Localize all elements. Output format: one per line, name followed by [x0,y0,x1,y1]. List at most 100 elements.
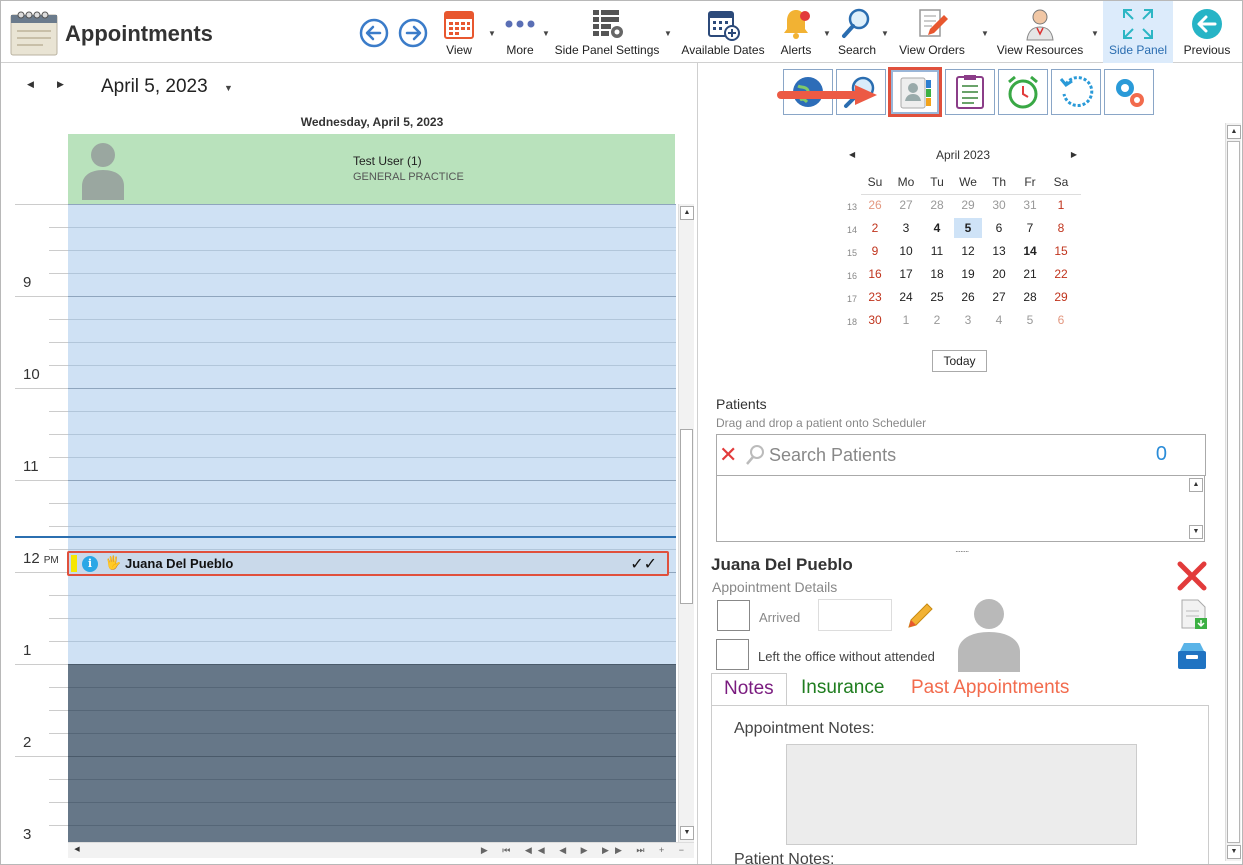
calendar-day[interactable]: 23 [861,287,889,307]
scheduler-grid[interactable] [68,204,676,842]
calendar-day[interactable]: 4 [985,310,1013,330]
hour-block[interactable] [68,572,676,664]
alarm-button[interactable] [998,69,1048,115]
calendar-day[interactable]: 30 [861,310,889,330]
calendar-day[interactable]: 26 [861,195,889,215]
patient-contacts-button[interactable] [888,67,942,117]
pager-controls[interactable]: ▶ ⏮ ◀◀ ◀ ▶ ▶▶ ⏭ + − [481,845,690,856]
next-month-icon[interactable]: ▶ [1071,150,1077,159]
calendar-day[interactable]: 5 [954,218,982,238]
calendar-day[interactable]: 31 [1016,195,1044,215]
calendar-day[interactable]: 6 [985,218,1013,238]
splitter-handle[interactable]: ········ [955,547,969,556]
hour-block[interactable] [68,388,676,480]
next-day-icon[interactable]: ▶ [57,79,64,90]
appointment-juana-del-pueblo[interactable]: i 🖐 Juana Del Pueblo ✓✓ [67,551,669,576]
calendar-day[interactable]: 5 [1016,310,1044,330]
calendar-day[interactable]: 1 [892,310,920,330]
calendar-day[interactable]: 7 [1016,218,1044,238]
today-button[interactable]: Today [932,350,987,372]
available-dates-button[interactable]: Available Dates [679,1,767,63]
tab-insurance[interactable]: Insurance [789,673,896,705]
date-title[interactable]: April 5, 2023 [101,76,208,98]
calendar-day[interactable]: 16 [861,264,889,284]
scroll-left-icon[interactable]: ◀ [70,844,84,858]
calendar-day[interactable]: 20 [985,264,1013,284]
hour-block[interactable] [68,664,676,756]
scheduler-horizontal-scrollbar[interactable]: ◀ ▶ ⏮ ◀◀ ◀ ▶ ▶▶ ⏭ + − [68,842,694,858]
calendar-day[interactable]: 21 [1016,264,1044,284]
scroll-down-icon[interactable]: ▼ [1189,525,1203,539]
scroll-thumb[interactable] [680,429,693,604]
search-dropdown-icon[interactable]: ▼ [881,29,889,38]
calendar-day[interactable]: 18 [923,264,951,284]
side-panel-button[interactable]: Side Panel [1103,1,1173,63]
scroll-up-icon[interactable]: ▲ [1227,125,1241,139]
view-dropdown-icon[interactable]: ▼ [488,29,496,38]
calendar-day[interactable]: 15 [1047,241,1075,261]
arrived-checkbox[interactable] [717,600,750,631]
calendar-day[interactable]: 12 [954,241,982,261]
calendar-day[interactable]: 13 [985,241,1013,261]
more-button[interactable]: More [499,1,541,63]
tab-notes[interactable]: Notes [711,673,787,706]
calendar-day[interactable]: 24 [892,287,920,307]
scroll-up-icon[interactable]: ▲ [680,206,694,220]
calendar-day[interactable]: 26 [954,287,982,307]
clear-search-icon[interactable]: ✕ [719,444,737,466]
forward-arrow-icon[interactable] [398,18,428,48]
hour-block[interactable] [68,756,676,842]
calendar-day[interactable]: 11 [923,241,951,261]
calendar-day[interactable]: 1 [1047,195,1075,215]
side-panel-scrollbar[interactable]: ▲ ▼ [1225,123,1241,861]
calendar-day[interactable]: 4 [923,218,951,238]
calendar-day[interactable]: 9 [861,241,889,261]
search-patients-input[interactable] [769,443,1129,467]
alerts-button[interactable]: Alerts [774,1,818,63]
view-orders-button[interactable]: View Orders [894,1,970,63]
calendar-day[interactable]: 27 [985,287,1013,307]
alerts-dropdown-icon[interactable]: ▼ [823,29,831,38]
view-button[interactable]: View [435,1,483,63]
previous-button[interactable]: Previous [1179,1,1235,63]
prev-month-icon[interactable]: ◀ [849,150,855,159]
scroll-up-icon[interactable]: ▲ [1189,478,1203,492]
left-office-checkbox[interactable] [716,639,749,670]
settings-button[interactable] [1104,69,1154,115]
delete-icon[interactable] [1175,559,1209,593]
calendar-day[interactable]: 25 [923,287,951,307]
calendar-day[interactable]: 3 [892,218,920,238]
calendar-day[interactable]: 28 [1016,287,1044,307]
scroll-down-icon[interactable]: ▼ [680,826,694,840]
calendar-day[interactable]: 29 [954,195,982,215]
pencil-icon[interactable] [905,599,937,631]
patient-list[interactable]: ▲ ▼ [716,476,1205,542]
calendar-day[interactable]: 22 [1047,264,1075,284]
calendar-day[interactable]: 17 [892,264,920,284]
hour-block[interactable] [68,204,676,296]
arrived-time-input[interactable] [818,599,892,631]
view-orders-dropdown-icon[interactable]: ▼ [981,29,989,38]
archive-box-icon[interactable] [1176,641,1208,671]
refresh-button[interactable] [1051,69,1101,115]
calendar-day[interactable]: 28 [923,195,951,215]
calendar-day[interactable]: 3 [954,310,982,330]
info-icon[interactable]: i [82,556,98,572]
calendar-day[interactable]: 14 [1016,241,1044,261]
calendar-day[interactable]: 27 [892,195,920,215]
calendar-day[interactable]: 6 [1047,310,1075,330]
view-resources-dropdown-icon[interactable]: ▼ [1091,29,1099,38]
calendar-day[interactable]: 2 [861,218,889,238]
calendar-day[interactable]: 10 [892,241,920,261]
prev-day-icon[interactable]: ◀ [27,79,34,90]
export-document-icon[interactable] [1179,598,1209,630]
calendar-day[interactable]: 29 [1047,287,1075,307]
more-dropdown-icon[interactable]: ▼ [542,29,550,38]
calendar-day[interactable]: 2 [923,310,951,330]
hour-block[interactable] [68,296,676,388]
appointment-notes-textarea[interactable] [786,744,1137,845]
side-panel-settings-dropdown-icon[interactable]: ▼ [664,29,672,38]
search-button[interactable]: Search [835,1,879,63]
scheduler-vertical-scrollbar[interactable]: ▲ ▼ [678,204,694,842]
calendar-day[interactable]: 19 [954,264,982,284]
